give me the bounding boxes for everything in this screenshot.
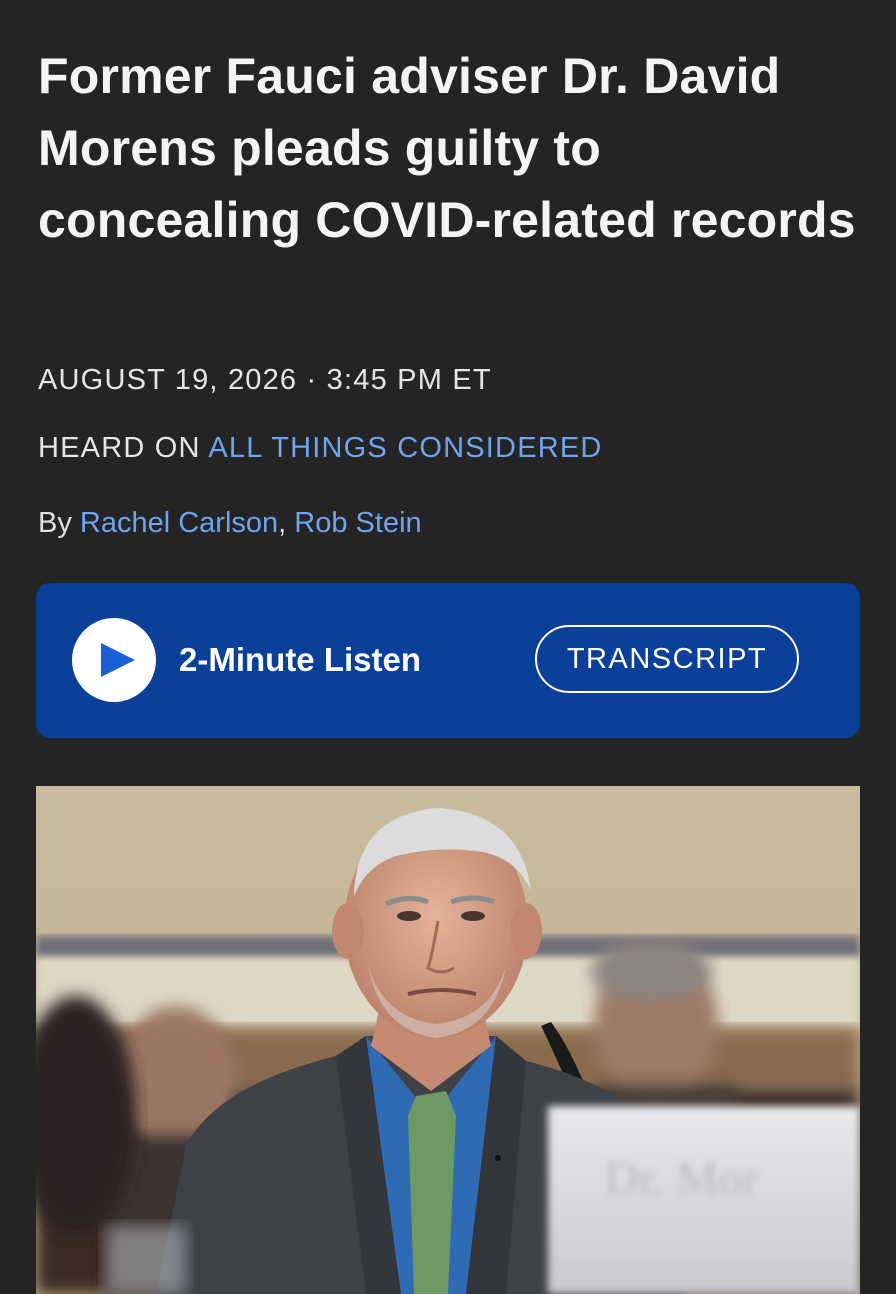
- article-time: 3:45 PM ET: [326, 364, 492, 396]
- audio-player-bar: 2-Minute Listen TRANSCRIPT: [36, 583, 860, 738]
- dateline-separator: ·: [306, 364, 318, 396]
- byline-prefix: By: [38, 507, 72, 539]
- program-link[interactable]: ALL THINGS CONSIDERED: [208, 432, 602, 464]
- hearing-photo-illustration: Dr. Mor: [36, 786, 860, 1294]
- byline: By Rachel Carlson, Rob Stein: [38, 503, 422, 543]
- listen-duration-label: 2-Minute Listen: [179, 641, 422, 678]
- article-dateline: AUGUST 19, 2026 · 3:45 PM ET: [38, 360, 492, 400]
- author-link-2[interactable]: Rob Stein: [294, 507, 421, 539]
- article-photo: Dr. Mor: [36, 786, 860, 1294]
- heard-on-line: HEARD ON ALL THINGS CONSIDERED: [38, 428, 603, 468]
- author-link-1[interactable]: Rachel Carlson: [80, 507, 278, 539]
- article-headline: Former Fauci adviser Dr. David Morens pl…: [38, 48, 856, 248]
- article-date: AUGUST 19, 2026: [38, 364, 298, 396]
- nameplate-text: Dr. Mor: [604, 1152, 759, 1205]
- play-icon: [101, 643, 135, 677]
- heard-on-prefix: HEARD ON: [38, 432, 201, 464]
- author-separator: ,: [278, 507, 287, 539]
- play-button[interactable]: [72, 618, 156, 702]
- transcript-button[interactable]: TRANSCRIPT: [535, 625, 799, 693]
